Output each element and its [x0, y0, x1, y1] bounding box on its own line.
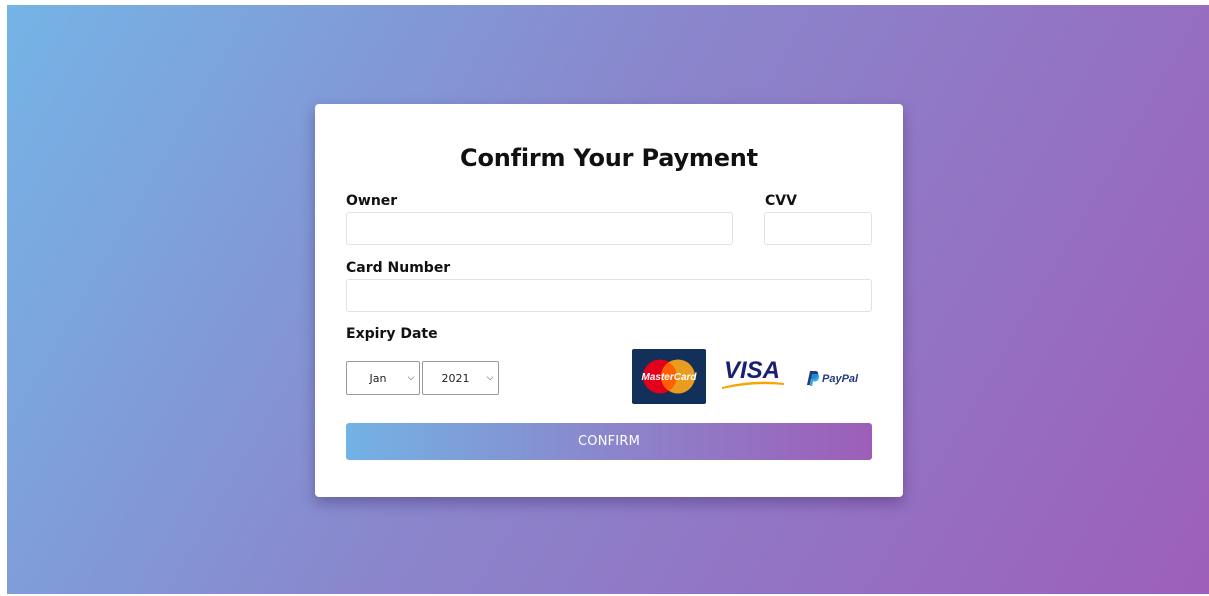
background: Confirm Your Payment Owner CVV Card Numb… [7, 5, 1209, 594]
expiry-year-select[interactable]: 2021 ⌵ [422, 361, 499, 395]
page-title: Confirm Your Payment [460, 144, 758, 172]
cvv-label: CVV [765, 193, 797, 209]
owner-label: Owner [346, 193, 398, 209]
chevron-down-icon: ⌵ [486, 373, 494, 383]
expiry-year-value: 2021 [441, 371, 470, 385]
paypal-logo: PayPal [805, 368, 863, 388]
confirm-button[interactable]: CONFIRM [346, 423, 872, 460]
visa-text: VISA [724, 357, 780, 384]
expiry-month-select[interactable]: Jan ⌵ [346, 361, 420, 395]
expiry-month-value: Jan [369, 371, 387, 385]
paypal-text: PayPal [822, 373, 859, 385]
visa-logo: VISA [718, 356, 788, 392]
mastercard-logo: MasterCard [632, 349, 706, 404]
expiry-date-label: Expiry Date [346, 326, 438, 342]
owner-input[interactable] [346, 212, 733, 245]
card-number-input[interactable] [346, 279, 872, 312]
card-number-label: Card Number [346, 260, 451, 276]
mastercard-text: MasterCard [641, 372, 697, 383]
cvv-input[interactable] [764, 212, 872, 245]
payment-card: Confirm Your Payment Owner CVV Card Numb… [315, 104, 903, 497]
chevron-down-icon: ⌵ [407, 373, 415, 383]
